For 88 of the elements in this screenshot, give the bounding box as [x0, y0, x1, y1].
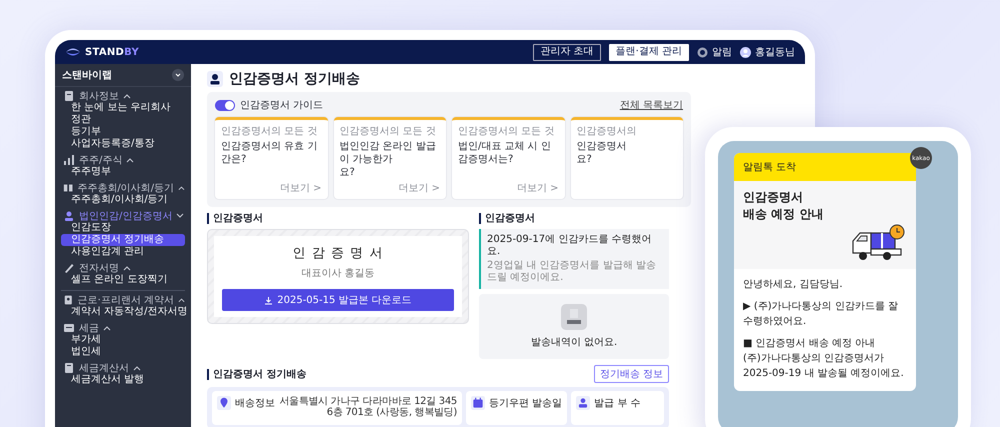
chevron-up-icon[interactable] [126, 156, 134, 162]
document-icon [63, 294, 74, 306]
chevron-up-icon[interactable] [133, 364, 141, 370]
guide-card[interactable]: 인감증명서의 모든 것 법인/대표 교체 시 인감증명서는? 더보기 > [452, 117, 564, 199]
guide-title: 인감증명서 가이드 [240, 99, 324, 112]
download-button[interactable]: 2025-05-15 발급본 다운로드 [222, 289, 454, 311]
chevron-up-icon[interactable] [178, 184, 185, 190]
pen-icon [63, 262, 75, 274]
sidebar-item[interactable]: 정관 [61, 114, 185, 126]
person-icon [63, 210, 75, 222]
menu-group-title[interactable]: 근로·프리랜서 계약서 [78, 292, 174, 306]
card-question: 인감증명서의 유효 기간은? [221, 140, 318, 167]
sidebar-item[interactable]: 사업자등록증/통장 [61, 138, 185, 150]
guide-card[interactable]: 인감증명서의 인감증명서 요? [570, 117, 683, 199]
sidebar-item[interactable]: 한 눈에 보는 우리회사 [61, 102, 185, 114]
sidebar-item[interactable]: 인감도장 [61, 222, 185, 234]
download-icon [264, 296, 274, 304]
section-heading: 인감증명서 [479, 213, 669, 224]
view-all-link[interactable]: 전체 목록보기 [620, 98, 683, 112]
message-title: 인감증명서 배송 예정 안내 [743, 189, 824, 223]
logo-text: STANDBY [85, 46, 140, 58]
document-title: 인 감 증 명 서 [292, 245, 384, 262]
document-icon [63, 90, 75, 102]
section-heading: 인감증명서 [207, 213, 469, 224]
sidebar-item[interactable]: 셀프 온라인 도장찍기 [61, 274, 185, 286]
menu-group-title[interactable]: 법인인감/인감증명서 [79, 208, 172, 222]
notice-title: 2025-09-17에 인감카드를 수령했어요. [487, 234, 652, 258]
card-label: 인감증명서의 모든 것 [458, 125, 556, 138]
sidebar-item[interactable]: 법인세 [61, 346, 185, 358]
document-icon [63, 362, 75, 374]
card-label: 인감증명서의 모든 것 [221, 125, 318, 138]
menu-group-title[interactable]: 주주총회/이사회/등기 [77, 180, 174, 194]
sidebar-item[interactable]: 등기부 [61, 126, 185, 138]
address-text: 서울특별시 가나구 다라마바로 12길 345 6층 701호 (사랑동, 행복빌딩) [279, 396, 457, 418]
chevron-up-icon[interactable] [123, 92, 131, 98]
plan-button[interactable]: 플랜·결제 관리 [608, 44, 689, 60]
menu-group-title[interactable]: 주주/주식 [79, 152, 122, 166]
edit-delivery-button[interactable]: 정기배송 정보 [594, 365, 669, 383]
person-icon [207, 71, 223, 87]
message-paragraph: ▶ (주)가나다통상의 인감카드를 잘 수령하였어요. [743, 300, 900, 329]
card-label: 인감증명서의 [576, 125, 638, 138]
sidebar-item[interactable]: 부가세 [61, 334, 185, 346]
sidebar-item[interactable]: 인감증명서 정기배송 [61, 234, 185, 246]
calendar-icon [471, 396, 485, 410]
chevron-up-icon[interactable] [103, 324, 111, 330]
card-question: 법인/대표 교체 시 인감증명서는? [458, 140, 552, 167]
company-name[interactable]: 스탠바이랩 [62, 68, 112, 82]
logo-icon [65, 47, 81, 57]
card-label: 인감증명서의 모든 것 [340, 125, 437, 138]
card-question: 법인인감 온라인 발급이 가능한가 요? [340, 140, 437, 179]
user-name[interactable]: 홍길동님 [755, 45, 795, 59]
card-question: 인감증명서 요? [576, 140, 628, 167]
menu-group-title[interactable]: 세금계산서 [79, 360, 129, 374]
notice-detail: 2영업일 내 인감증명서를 발급해 발송드릴 예정이에요. [487, 260, 658, 284]
info-title: 발급 부 수 [594, 397, 641, 410]
delivery-truck-drawing [851, 223, 907, 263]
page-title: 인감증명서 정기배송 [229, 70, 360, 88]
menu-group-title[interactable]: 세금 [79, 320, 99, 334]
empty-message: 발송내역이 없어요. [530, 336, 618, 349]
person-icon [576, 396, 590, 410]
chevron-up-icon[interactable] [178, 296, 185, 302]
message-paragraph: 안녕하세요, 김담당님. [743, 278, 844, 292]
toggle-switch[interactable] [215, 100, 235, 110]
section-heading: 인감증명서 정기배송 [207, 368, 306, 380]
location-pin-icon [217, 396, 231, 410]
message-paragraph: ■ 인감증명서 배송 예정 아내 (주)가나다통상의 인감증명서가 2025-09-19 내 발송될 예정이에요. [743, 337, 905, 381]
sidebar-item[interactable]: 주주명부 [61, 166, 185, 178]
sidebar-item[interactable]: 주주총회/이사회/등기 [61, 194, 185, 206]
empty-tray-icon [561, 304, 587, 330]
holder-name: 대표이사 홍길동 [301, 267, 375, 280]
menu-group-title[interactable]: 회사정보 [79, 88, 119, 102]
tray-icon [63, 322, 75, 334]
invite-button[interactable]: 관리자 초대 [533, 44, 601, 60]
sidebar-item[interactable]: 사용인감계 관리 [61, 246, 185, 258]
columns-icon [63, 182, 74, 194]
avatar-icon[interactable] [740, 46, 751, 58]
sidebar-item[interactable]: 세금계산서 발행 [61, 374, 185, 386]
dropdown-icon[interactable] [172, 69, 184, 81]
guide-card[interactable]: 인감증명서의 모든 것 인감증명서의 유효 기간은? 더보기 > [215, 117, 328, 199]
bar-chart-icon [63, 154, 75, 166]
info-title: 등기우편 발송일 [489, 397, 562, 410]
notifications-link[interactable]: 알림 [712, 45, 732, 59]
chevron-up-icon[interactable] [123, 264, 131, 270]
info-title: 배송정보 [235, 397, 275, 410]
guide-card[interactable]: 인감증명서의 모든 것 법인인감 온라인 발급이 가능한가 요? 더보기 > [334, 117, 446, 199]
menu-group-title[interactable]: 전자서명 [79, 260, 119, 274]
sidebar-item[interactable]: 계약서 자동작성/전자서명 [61, 306, 185, 318]
chevron-down-icon[interactable] [176, 212, 184, 218]
